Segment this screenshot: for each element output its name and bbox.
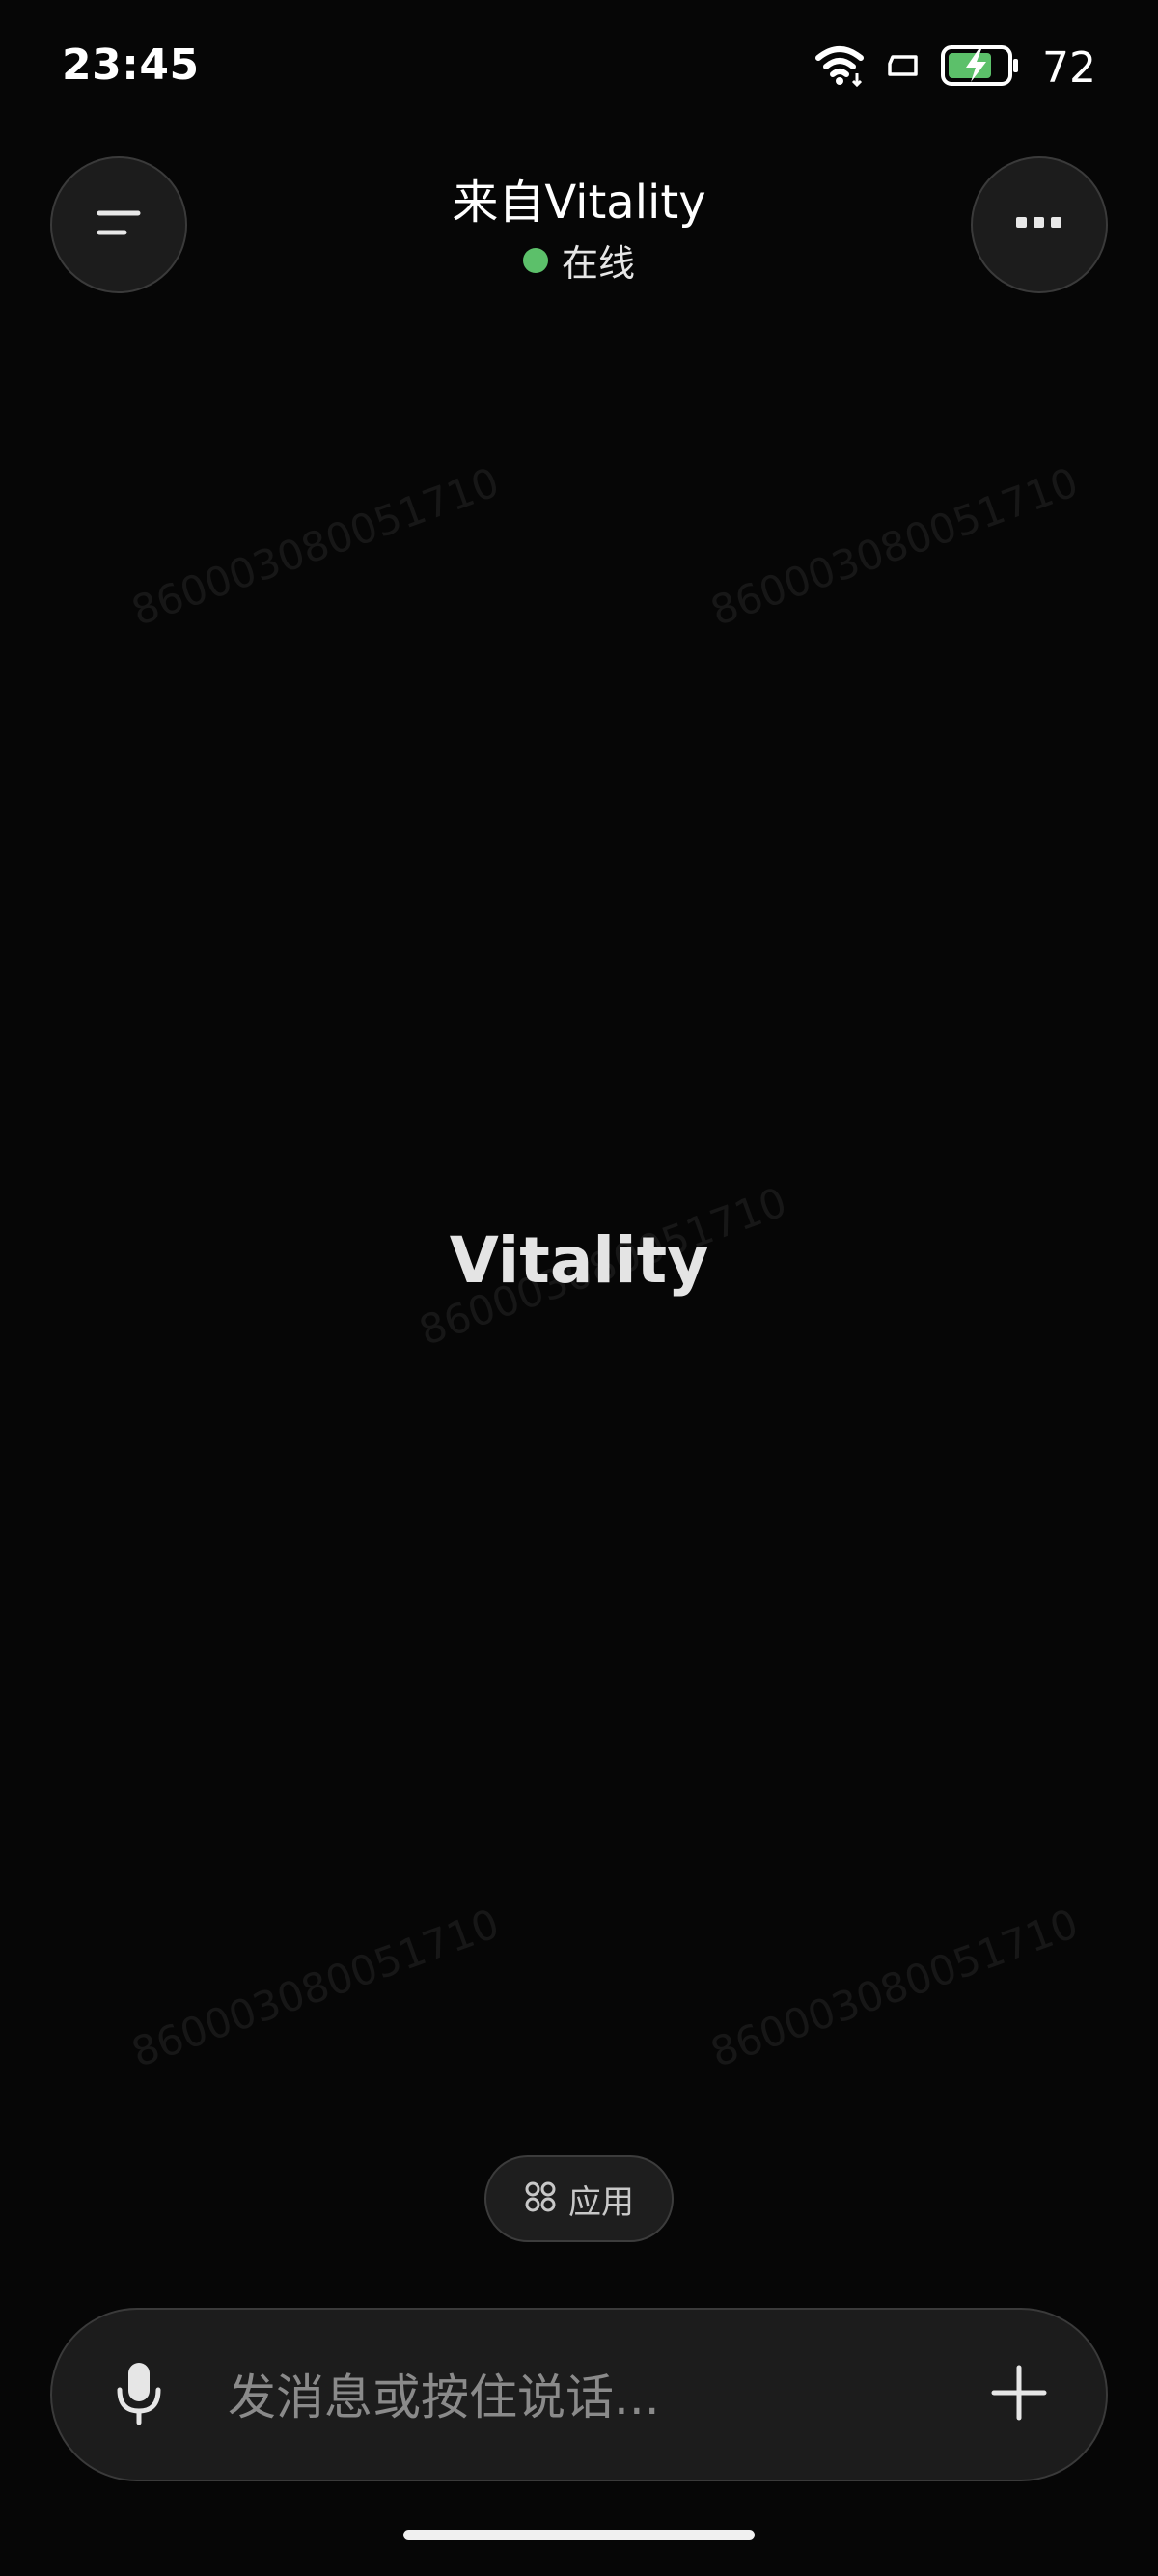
- apps-button[interactable]: 应用: [484, 2155, 674, 2242]
- watermark-text: 860003080051710: [704, 1899, 1085, 2077]
- apps-grid-icon: [524, 2180, 557, 2217]
- add-attachment-button[interactable]: [980, 2356, 1058, 2433]
- wifi-icon: [814, 44, 865, 91]
- battery-charging-icon: [940, 44, 1021, 91]
- voice-input-button[interactable]: [100, 2356, 178, 2433]
- watermark-text: 860003080051710: [125, 1899, 506, 2077]
- apps-label: 应用: [568, 2182, 634, 2222]
- cast-icon: [886, 52, 919, 83]
- online-status-text: 在线: [561, 242, 635, 285]
- status-icons: 72: [814, 37, 1096, 98]
- more-icon: [1012, 213, 1066, 236]
- message-input[interactable]: [226, 2348, 963, 2447]
- watermark-text: 860003080051710: [704, 457, 1085, 636]
- assistant-name: Vitality: [449, 1223, 709, 1298]
- home-indicator[interactable]: [403, 2530, 755, 2540]
- online-dot-icon: [522, 247, 548, 273]
- battery-level: 72: [1042, 42, 1096, 93]
- plus-icon: [990, 2364, 1048, 2425]
- watermark-text: 860003080051710: [125, 457, 506, 636]
- message-composer: [50, 2308, 1108, 2481]
- status-time: 23:45: [62, 41, 200, 90]
- more-options-button[interactable]: [971, 156, 1108, 293]
- microphone-icon: [114, 2361, 164, 2428]
